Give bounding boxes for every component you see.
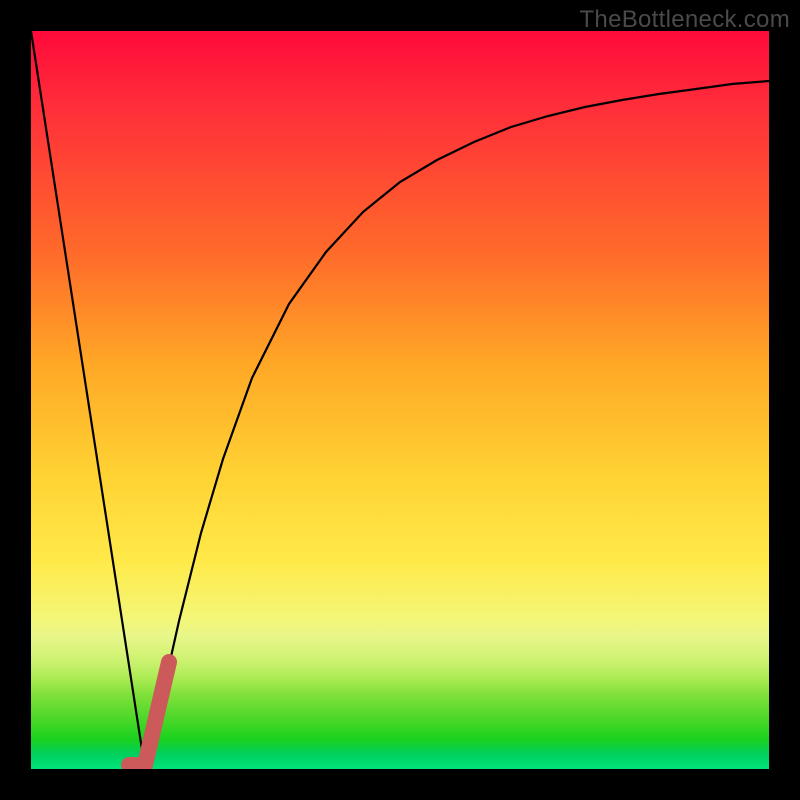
- chart-frame: TheBottleneck.com: [0, 0, 800, 800]
- plot-area: [31, 31, 769, 769]
- highlight-j-marker: [31, 31, 769, 769]
- watermark-text: TheBottleneck.com: [579, 6, 790, 34]
- highlight-path: [129, 662, 169, 765]
